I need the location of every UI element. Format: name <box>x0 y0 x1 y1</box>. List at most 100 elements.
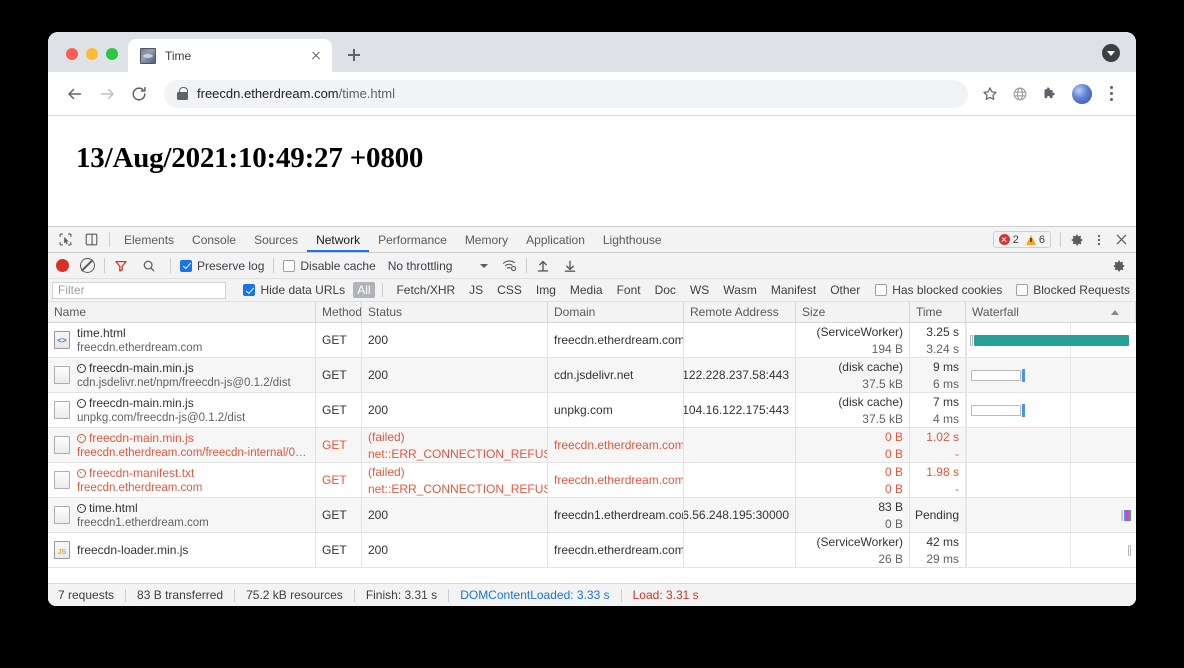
type-filter-all[interactable]: All <box>353 282 375 298</box>
type-filter-ws[interactable]: WS <box>683 283 716 297</box>
issues-badge[interactable]: 2 6 <box>992 231 1051 248</box>
devtools-tab-application[interactable]: Application <box>517 227 594 252</box>
devtools-tab-memory[interactable]: Memory <box>456 227 517 252</box>
size-stack: (disk cache) 37.5 kB <box>802 360 903 391</box>
time-latency: - <box>955 481 959 496</box>
table-row[interactable]: JS freecdn-loader.min.js GET 200 freecdn.eth… <box>48 533 1136 568</box>
close-window-button[interactable] <box>66 48 78 60</box>
size-transferred: 37.5 kB <box>862 411 903 426</box>
column-header-method[interactable]: Method <box>316 302 362 322</box>
forward-arrow-icon[interactable] <box>92 79 122 109</box>
cell-name[interactable]: freecdn-manifest.txt freecdn.etherdream.c… <box>48 463 316 498</box>
devtools-tab-lighthouse[interactable]: Lighthouse <box>594 227 671 252</box>
size-value: (ServiceWorker) <box>816 534 903 549</box>
globe-icon[interactable] <box>1006 80 1034 108</box>
cell-name[interactable]: freecdn-main.min.js cdn.jsdelivr.net/npm/… <box>48 358 316 393</box>
disable-cache-checkbox[interactable]: Disable cache <box>283 259 376 273</box>
upload-icon[interactable] <box>536 259 550 273</box>
cell-status: 200 <box>362 533 548 568</box>
bookmark-star-icon[interactable] <box>976 80 1004 108</box>
cell-name[interactable]: time.html freecdn1.etherdream.com <box>48 498 316 533</box>
devtools-tab-performance[interactable]: Performance <box>369 227 456 252</box>
address-bar[interactable]: freecdn.etherdream.com/time.html <box>164 79 968 108</box>
inspect-element-icon[interactable] <box>52 227 78 252</box>
reload-icon[interactable] <box>124 79 154 109</box>
new-tab-button[interactable] <box>340 41 368 69</box>
table-row[interactable]: freecdn-main.min.js unpkg.com/freecdn-js@… <box>48 393 1136 428</box>
close-icon[interactable] <box>308 48 324 64</box>
table-row[interactable]: freecdn-main.min.js freecdn.etherdream.co… <box>48 428 1136 463</box>
has-blocked-cookies-checkbox[interactable]: Has blocked cookies <box>875 283 1002 297</box>
network-settings-gear-icon[interactable] <box>1112 259 1126 273</box>
hide-data-urls-checkbox[interactable]: Hide data URLs <box>243 283 345 297</box>
preserve-log-checkbox[interactable]: Preserve log <box>180 259 264 273</box>
filter-input[interactable]: Filter <box>52 281 227 299</box>
type-filter-other[interactable]: Other <box>823 283 867 297</box>
search-icon[interactable] <box>142 259 156 273</box>
size-stack: (disk cache) 37.5 kB <box>802 395 903 426</box>
column-header-time[interactable]: Time <box>910 302 966 322</box>
column-header-waterfall[interactable]: Waterfall <box>966 302 1136 322</box>
type-filter-manifest[interactable]: Manifest <box>764 283 823 297</box>
table-row[interactable]: freecdn-main.min.js cdn.jsdelivr.net/npm/… <box>48 358 1136 393</box>
request-path: freecdn.etherdream.com <box>77 482 203 494</box>
type-filter-js[interactable]: JS <box>462 283 490 297</box>
devtools-tab-console[interactable]: Console <box>183 227 245 252</box>
column-header-name[interactable]: Name <box>48 302 316 322</box>
blocked-requests-checkbox[interactable]: Blocked Requests <box>1016 283 1130 297</box>
type-filter-all-label: All <box>357 283 371 297</box>
profile-avatar-icon[interactable] <box>1072 83 1092 104</box>
back-arrow-icon[interactable] <box>60 79 90 109</box>
table-row[interactable]: freecdn-manifest.txt freecdn.etherdream.c… <box>48 463 1136 498</box>
column-header-domain[interactable]: Domain <box>548 302 684 322</box>
download-icon[interactable] <box>563 259 577 273</box>
chevron-down-icon[interactable] <box>1102 44 1120 62</box>
cell-name[interactable]: JS freecdn-loader.min.js <box>48 533 316 568</box>
close-devtools-icon[interactable] <box>1110 227 1132 252</box>
column-header-remote-address[interactable]: Remote Address <box>684 302 796 322</box>
type-filter-img[interactable]: Img <box>529 283 563 297</box>
browser-toolbar: freecdn.etherdream.com/time.html <box>48 72 1136 116</box>
type-filter-font[interactable]: Font <box>610 283 648 297</box>
maximize-window-button[interactable] <box>106 48 118 60</box>
cell-status: 200 <box>362 323 548 358</box>
generic-file-icon <box>54 471 70 489</box>
throttling-select[interactable]: No throttling <box>388 259 489 273</box>
type-filter-media[interactable]: Media <box>563 283 610 297</box>
devtools-tab-elements[interactable]: Elements <box>115 227 183 252</box>
cell-remote-address: 104.16.122.175:443 <box>684 393 796 428</box>
blocked-requests-label: Blocked Requests <box>1033 283 1130 297</box>
size-stack: (ServiceWorker) 194 B <box>802 325 903 356</box>
column-header-status[interactable]: Status <box>362 302 548 322</box>
gear-icon[interactable] <box>1066 227 1088 252</box>
waterfall-gridline <box>1070 358 1071 392</box>
lock-icon[interactable] <box>177 87 188 100</box>
cell-time: 1.02 s - <box>910 428 966 463</box>
filter-funnel-icon[interactable] <box>114 259 128 273</box>
column-header-size[interactable]: Size <box>796 302 910 322</box>
cell-waterfall <box>966 498 1136 533</box>
type-filter-fetch-xhr[interactable]: Fetch/XHR <box>389 283 462 297</box>
network-conditions-icon[interactable] <box>502 258 517 273</box>
toggle-device-toolbar-icon[interactable] <box>78 227 104 252</box>
devtools-tab-network[interactable]: Network <box>307 227 369 252</box>
size-stack: (ServiceWorker) 26 B <box>802 535 903 566</box>
table-row[interactable]: time.html freecdn1.etherdream.com GET 200 fr… <box>48 498 1136 533</box>
devtools-tab-sources[interactable]: Sources <box>245 227 307 252</box>
clear-button[interactable] <box>80 258 95 273</box>
cell-method: GET <box>316 533 362 568</box>
browser-tab[interactable]: Time <box>128 39 332 72</box>
type-filter-css[interactable]: CSS <box>490 283 529 297</box>
type-filter-doc[interactable]: Doc <box>648 283 683 297</box>
name-stack: time.html freecdn.etherdream.com <box>77 326 202 354</box>
cell-name[interactable]: freecdn-main.min.js unpkg.com/freecdn-js@… <box>48 393 316 428</box>
devtools-menu-icon[interactable] <box>1088 227 1110 252</box>
cell-name[interactable]: <> time.html freecdn.etherdream.com <box>48 323 316 358</box>
record-button[interactable] <box>56 259 69 272</box>
type-filter-wasm[interactable]: Wasm <box>716 283 764 297</box>
table-row[interactable]: <> time.html freecdn.etherdream.com GET 200 f… <box>48 323 1136 358</box>
cell-name[interactable]: freecdn-main.min.js freecdn.etherdream.co… <box>48 428 316 463</box>
extensions-puzzle-icon[interactable] <box>1036 80 1064 108</box>
browser-menu-icon[interactable] <box>1100 83 1122 105</box>
minimize-window-button[interactable] <box>86 48 98 60</box>
